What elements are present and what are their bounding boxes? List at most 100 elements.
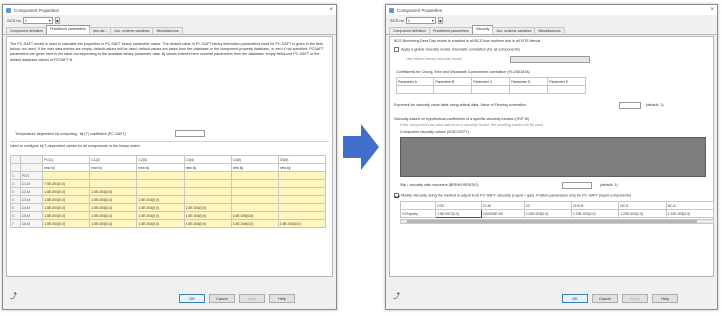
ok-button[interactable]: OK — [179, 294, 205, 303]
kij-cell[interactable]: 1.5E-004(0,0) — [42, 195, 91, 204]
cancel-button[interactable]: Cancel — [209, 294, 235, 303]
kij-cell[interactable]: 1.5E-004(0,0) — [89, 187, 138, 196]
kij-cell[interactable] — [89, 171, 138, 180]
kij-cell[interactable] — [277, 179, 327, 188]
tab-miscellaneous[interactable]: Miscellaneous — [152, 27, 183, 34]
kij-cell[interactable]: 1.5E-004(0,0) — [230, 211, 279, 220]
next-component-button[interactable]: ◆ — [54, 17, 60, 24]
tab-predefined-parameters[interactable]: Predefined parameters — [46, 25, 90, 34]
modify-viscosity-checkbox[interactable] — [394, 193, 399, 198]
ok-button[interactable]: OK — [562, 294, 588, 303]
kij-cell[interactable]: new kij — [136, 163, 185, 172]
kij-cell[interactable] — [183, 171, 232, 180]
coeff-value-cell[interactable] — [471, 85, 511, 94]
kij-cell[interactable]: 1.5E-004(0,0) — [277, 219, 327, 228]
kij-cell[interactable]: 1.5E-004(0,0) — [136, 211, 185, 220]
coeff-value-cell[interactable] — [509, 85, 549, 94]
kij-cell[interactable]: 1.5E-004(0,0) — [136, 195, 185, 204]
viscosity-grid-scrollbar[interactable] — [400, 219, 714, 224]
exponent-input[interactable] — [619, 102, 641, 109]
scrollbar-thumb[interactable] — [407, 220, 697, 223]
kij-cell[interactable]: C3(4) — [183, 155, 232, 164]
kij-cell[interactable]: 1.5E-004(0,0) — [230, 219, 279, 228]
kij-cell[interactable]: new kij — [42, 163, 91, 172]
kij-cell[interactable]: 1.5E-004(0,0) — [42, 219, 91, 228]
kij-cell[interactable]: C4(5) — [230, 155, 279, 164]
close-icon[interactable]: × — [329, 7, 333, 13]
kij-cell[interactable] — [136, 179, 185, 188]
kij-cell[interactable]: 1.5E-004(0,0) — [183, 211, 232, 220]
coeff-value-cell[interactable] — [433, 85, 473, 94]
kij-cell[interactable]: C2(3) — [136, 155, 185, 164]
help-button[interactable]: Help — [652, 294, 678, 303]
kij-cell[interactable] — [183, 179, 232, 188]
tab-viscosity[interactable]: Viscosity — [471, 25, 494, 34]
grid-value-cell[interactable]: 1.23E-003(0.0) — [665, 209, 715, 218]
kij-cell[interactable]: 1.5E-004(0,0) — [89, 203, 138, 212]
ratio-exponent-input[interactable] — [562, 182, 592, 189]
tab-van-der[interactable]: Van der... — [88, 27, 112, 34]
kij-cell[interactable] — [230, 203, 279, 212]
kij-cell[interactable]: 1.5E-004(0,0) — [42, 187, 91, 196]
coeff-value-cell[interactable] — [395, 85, 435, 94]
kij-cell[interactable]: 1.5E-004(0,0) — [89, 195, 138, 204]
next-component-button[interactable]: ◆ — [437, 17, 443, 24]
grid-value-cell[interactable]: 0.00000E+00 — [480, 209, 525, 218]
kij-cell[interactable] — [277, 171, 327, 180]
grid-value-cell[interactable]: 1.23E-003(0.0) — [618, 209, 667, 218]
friction-theory-select[interactable] — [510, 56, 590, 63]
tab-component-definition[interactable]: Component definition — [389, 27, 431, 34]
kij-cell[interactable] — [277, 195, 327, 204]
component-select[interactable]: 1 ▾ — [22, 17, 53, 24]
kij-cell[interactable] — [230, 195, 279, 204]
kij-cell[interactable]: C5(6) — [277, 155, 327, 164]
kij-cell[interactable] — [42, 171, 91, 180]
cancel-button[interactable]: Cancel — [592, 294, 618, 303]
global-viscosity-checkbox[interactable] — [394, 47, 399, 52]
kij-cell[interactable] — [89, 179, 138, 188]
kij-cell[interactable]: 1.5E-004(0,0) — [42, 211, 91, 220]
export-arrow-icon[interactable]: ⤴ — [10, 293, 18, 301]
component-select[interactable]: 1 ▾ — [405, 17, 436, 24]
kij-cell[interactable] — [136, 171, 185, 180]
tab-acc-scheme[interactable]: Acc. scheme variables — [492, 27, 536, 34]
grid-value-cell[interactable]: 1.23E-003(0.0) — [523, 209, 572, 218]
kij-cell[interactable]: new kij — [183, 163, 232, 172]
kij-cell[interactable]: 1.5E-004(0,0) — [89, 219, 138, 228]
kij-field-input[interactable] — [174, 130, 205, 137]
kij-cell[interactable]: new kij — [277, 163, 327, 172]
kij-cell[interactable]: new kij — [230, 163, 279, 172]
kij-cell[interactable]: 1.5E-004(0,0) — [136, 219, 185, 228]
kij-cell[interactable]: 1.5E-004(0,0) — [89, 211, 138, 220]
tab-predefined-parameters[interactable]: Predefined parameters — [429, 27, 473, 34]
close-icon[interactable]: × — [710, 7, 714, 13]
kij-cell[interactable] — [230, 179, 279, 188]
coeff-value-cell[interactable] — [547, 85, 586, 94]
kij-cell[interactable] — [277, 187, 327, 196]
apply-button[interactable]: Apply — [622, 294, 648, 303]
kij-cell[interactable]: 1.5E-004(0,0) — [183, 203, 232, 212]
kij-cell[interactable] — [230, 171, 279, 180]
kij-cell[interactable] — [183, 195, 232, 204]
kij-cell[interactable]: 1.5E-004(0,0) — [183, 219, 232, 228]
kij-cell[interactable]: C1(2) — [89, 155, 138, 164]
tab-miscellaneous[interactable]: Miscellaneous — [534, 27, 565, 34]
help-button[interactable]: Help — [269, 294, 295, 303]
kij-cell[interactable] — [136, 187, 185, 196]
kij-cell[interactable]: 1.5E-004(0,0) — [136, 203, 185, 212]
kij-cell[interactable]: new kij — [89, 163, 138, 172]
export-arrow-icon[interactable]: ⤴ — [393, 293, 401, 301]
kij-cell[interactable]: 1.5E-004(0,0) — [42, 203, 91, 212]
grid-value-cell[interactable]: 1.5E+007(0.0) — [435, 209, 482, 218]
kij-cell[interactable] — [277, 211, 327, 220]
kij-cell[interactable]: 7.9E-004(0,0) — [42, 179, 91, 188]
kij-cell[interactable]: PC(1) — [42, 155, 91, 164]
kij-cell[interactable] — [277, 203, 327, 212]
kij-cell[interactable] — [183, 187, 232, 196]
viscosity-values-panel[interactable] — [400, 137, 706, 177]
apply-button[interactable]: Apply — [239, 294, 265, 303]
tab-component-definition[interactable]: Component definition — [6, 27, 48, 34]
tab-acc-scheme[interactable]: Acc. scheme variables — [110, 27, 154, 34]
kij-cell[interactable] — [230, 187, 279, 196]
grid-value-cell[interactable]: 1.23E-003(0.0) — [570, 209, 620, 218]
